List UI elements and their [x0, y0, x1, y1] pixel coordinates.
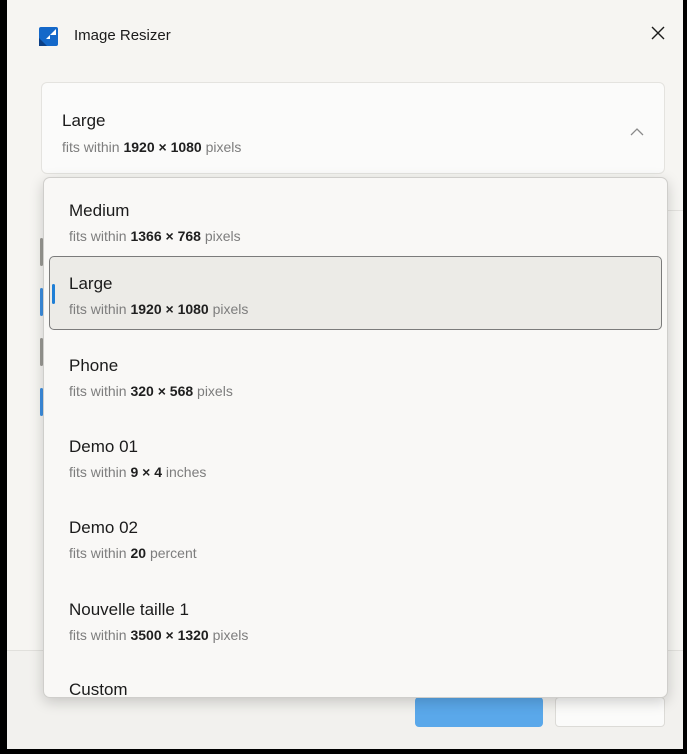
size-option-medium[interactable]: Medium fits within 1366 × 768 pixels	[49, 183, 662, 257]
size-option-description: fits within 1366 × 768 pixels	[69, 228, 241, 244]
size-option-demo-02[interactable]: Demo 02 fits within 20 percent	[49, 500, 662, 574]
size-option-description: fits within 1920 × 1080 pixels	[69, 301, 249, 317]
size-option-name: Demo 01	[69, 437, 138, 456]
size-option-large[interactable]: Large fits within 1920 × 1080 pixels	[49, 256, 662, 330]
size-option-description: fits within 3500 × 1320 pixels	[69, 627, 249, 643]
size-option-description: fits within 320 × 568 pixels	[69, 383, 233, 399]
size-option-phone[interactable]: Phone fits within 320 × 568 pixels	[49, 338, 662, 412]
image-resizer-app-icon	[39, 27, 58, 46]
close-icon	[651, 26, 665, 45]
title-bar: Image Resizer	[7, 0, 683, 76]
size-option-name: Nouvelle taille 1	[69, 600, 190, 619]
size-option-name: Large	[69, 274, 113, 293]
selection-indicator	[52, 284, 55, 304]
size-option-nouvelle-taille-1[interactable]: Nouvelle taille 1 fits within 3500 × 132…	[49, 582, 662, 656]
size-dropdown-list: Medium fits within 1366 × 768 pixels Lar…	[43, 177, 668, 698]
cancel-button[interactable]	[555, 697, 665, 727]
selected-size-name: Large	[62, 111, 106, 130]
size-option-name: Medium	[69, 201, 130, 220]
close-button[interactable]	[640, 18, 676, 52]
size-option-name: Phone	[69, 356, 119, 375]
size-combobox[interactable]: Large fits within 1920 × 1080 pixels	[41, 82, 665, 174]
size-option-description: fits within 9 × 4 inches	[69, 464, 207, 480]
window-title: Image Resizer	[74, 27, 171, 44]
size-option-custom[interactable]: Custom	[69, 680, 128, 697]
selected-size-description: fits within 1920 × 1080 pixels	[62, 139, 242, 155]
resize-button[interactable]	[415, 697, 543, 727]
chevron-up-icon	[630, 123, 644, 141]
size-option-description: fits within 20 percent	[69, 545, 197, 561]
size-option-name: Demo 02	[69, 518, 138, 537]
size-option-demo-01[interactable]: Demo 01 fits within 9 × 4 inches	[49, 419, 662, 493]
image-resizer-window: Image Resizer Large fits within 1920 × 1…	[7, 0, 683, 749]
settings-divider	[667, 210, 683, 211]
